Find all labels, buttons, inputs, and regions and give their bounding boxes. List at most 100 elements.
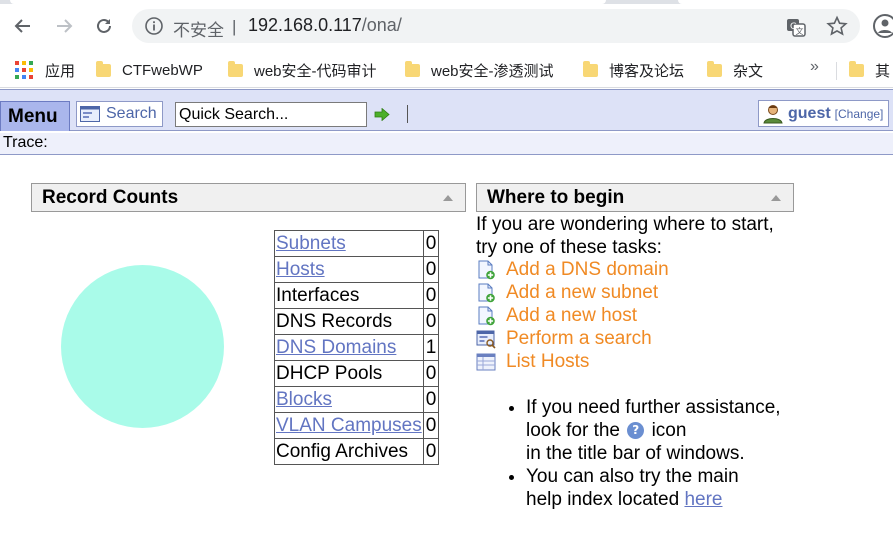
add-page-icon <box>478 283 495 302</box>
dns-domains-link[interactable]: DNS Domains <box>276 337 396 358</box>
table-row: Hosts 0 <box>274 256 440 283</box>
back-button[interactable] <box>9 12 37 40</box>
user-name: guest <box>788 104 831 122</box>
where-to-begin-header: Where to begin <box>476 183 794 212</box>
quick-search-input[interactable] <box>175 102 367 127</box>
help-text: You can also try the main <box>526 466 739 487</box>
bookmark-label: CTFwebWP <box>122 61 203 79</box>
add-host-link[interactable]: Add a new host <box>476 304 637 327</box>
folder-icon <box>405 60 420 77</box>
list-item: If you need further assistance, look for… <box>526 396 806 465</box>
record-counts-title: Record Counts <box>42 187 179 208</box>
collapse-icon[interactable] <box>443 195 453 201</box>
count-value: 0 <box>422 230 440 257</box>
help-index-link[interactable]: here <box>684 489 722 510</box>
dhcp-pools-label: DHCP Pools <box>274 360 424 387</box>
table-row: DHCP Pools 0 <box>274 360 440 387</box>
count-value: 0 <box>422 438 440 465</box>
task-label: Add a DNS domain <box>506 258 669 280</box>
browser-toolbar: 不安全 | 192.168.0.117/ona/ G文 <box>0 0 893 52</box>
add-subnet-link[interactable]: Add a new subnet <box>476 281 658 304</box>
vlan-campuses-link[interactable]: VLAN Campuses <box>276 415 422 436</box>
count-value: 0 <box>422 282 440 309</box>
reload-icon <box>97 18 111 33</box>
count-value: 0 <box>422 360 440 387</box>
help-text: icon <box>651 420 687 441</box>
collapse-icon[interactable] <box>771 195 781 201</box>
forward-button[interactable] <box>50 12 78 40</box>
bookmark-folder[interactable]: 杂文 <box>707 59 763 81</box>
folder-icon <box>849 60 864 77</box>
help-text: If you need further assistance, <box>526 397 781 418</box>
tab-edge <box>678 0 893 4</box>
user-icon <box>763 104 783 123</box>
where-to-begin-title: Where to begin <box>487 187 625 208</box>
search-form-icon <box>476 330 496 349</box>
bookmark-folder[interactable]: 其 <box>849 59 890 81</box>
bookmark-folder[interactable]: 博客及论坛 <box>583 59 684 81</box>
reload-button[interactable] <box>90 12 118 40</box>
intro-line: If you are wondering where to start, <box>476 214 774 235</box>
back-arrow-icon <box>14 19 30 33</box>
add-dns-domain-link[interactable]: Add a DNS domain <box>476 258 669 281</box>
folder-icon <box>96 60 111 77</box>
folder-icon <box>707 60 722 77</box>
user-button[interactable]: guest [Change] <box>758 100 889 127</box>
count-value: 1 <box>422 334 440 361</box>
bookmark-apps[interactable]: 应用 <box>15 59 75 81</box>
folder-icon <box>228 60 243 77</box>
list-hosts-link[interactable]: List Hosts <box>476 350 589 373</box>
bookmark-label: web安全-代码审计 <box>254 62 377 80</box>
table-row: Blocks 0 <box>274 386 440 413</box>
url-text[interactable]: 192.168.0.117/ona/ <box>248 15 402 36</box>
add-page-icon <box>478 260 495 279</box>
interfaces-label: Interfaces <box>274 282 424 309</box>
subnets-link[interactable]: Subnets <box>276 233 346 254</box>
count-value: 0 <box>422 256 440 283</box>
task-label: Add a new subnet <box>506 281 659 303</box>
bookmark-folder[interactable]: web安全-渗透测试 <box>405 59 554 81</box>
address-bar[interactable]: 不安全 | 192.168.0.117/ona/ G文 <box>132 9 860 43</box>
ona-top-bar: Menu Search guest [Change] <box>0 89 893 131</box>
translate-icon[interactable]: G文 <box>785 16 807 38</box>
hosts-link[interactable]: Hosts <box>276 259 325 280</box>
security-separator: | <box>232 17 237 36</box>
dns-records-label: DNS Records <box>274 308 424 335</box>
count-value: 0 <box>422 412 440 439</box>
bookmark-label: 应用 <box>45 62 76 80</box>
record-counts-header: Record Counts <box>31 183 466 212</box>
table-row: VLAN Campuses 0 <box>274 412 440 439</box>
help-text: look for the <box>526 420 620 441</box>
bookmark-folder[interactable]: web安全-代码审计 <box>228 59 377 81</box>
search-button-label: Search <box>106 105 157 122</box>
intro-line: try one of these tasks: <box>476 237 662 258</box>
active-tab-edge <box>10 0 606 4</box>
where-to-begin-intro: If you are wondering where to start, try… <box>476 213 806 259</box>
profile-icon[interactable] <box>872 13 893 39</box>
info-icon[interactable] <box>144 16 164 36</box>
apps-grid-icon <box>15 61 33 79</box>
bookmark-star-icon[interactable] <box>826 15 848 37</box>
blocks-link[interactable]: Blocks <box>276 389 332 410</box>
url-host: 192.168.0.117 <box>248 15 362 35</box>
task-label: Perform a search <box>506 327 652 349</box>
trace-bar: Trace: <box>0 133 893 155</box>
bookmarks-overflow-button[interactable]: » <box>810 58 819 76</box>
go-arrow-icon[interactable] <box>374 108 390 121</box>
list-item: You can also try the main help index loc… <box>526 465 806 511</box>
search-form-icon <box>80 106 100 122</box>
bookmark-label: 杂文 <box>733 62 764 80</box>
bookmark-folder[interactable]: CTFwebWP <box>96 59 203 81</box>
table-row: Config Archives 0 <box>274 438 440 465</box>
help-text: in the title bar of windows. <box>526 443 745 464</box>
add-page-icon <box>478 306 495 325</box>
url-path: /ona/ <box>361 15 402 35</box>
bookmarks-bar: 应用 CTFwebWP web安全-代码审计 web安全-渗透测试 博客及论坛 … <box>0 52 893 88</box>
change-user-link[interactable]: [Change] <box>835 107 884 121</box>
perform-search-link[interactable]: Perform a search <box>476 327 652 350</box>
bookmark-label: 其 <box>875 62 891 80</box>
record-counts-pie-chart <box>61 265 224 428</box>
forward-arrow-icon <box>57 19 73 33</box>
menu-button[interactable]: Menu <box>0 101 70 131</box>
search-button[interactable]: Search <box>76 101 163 127</box>
